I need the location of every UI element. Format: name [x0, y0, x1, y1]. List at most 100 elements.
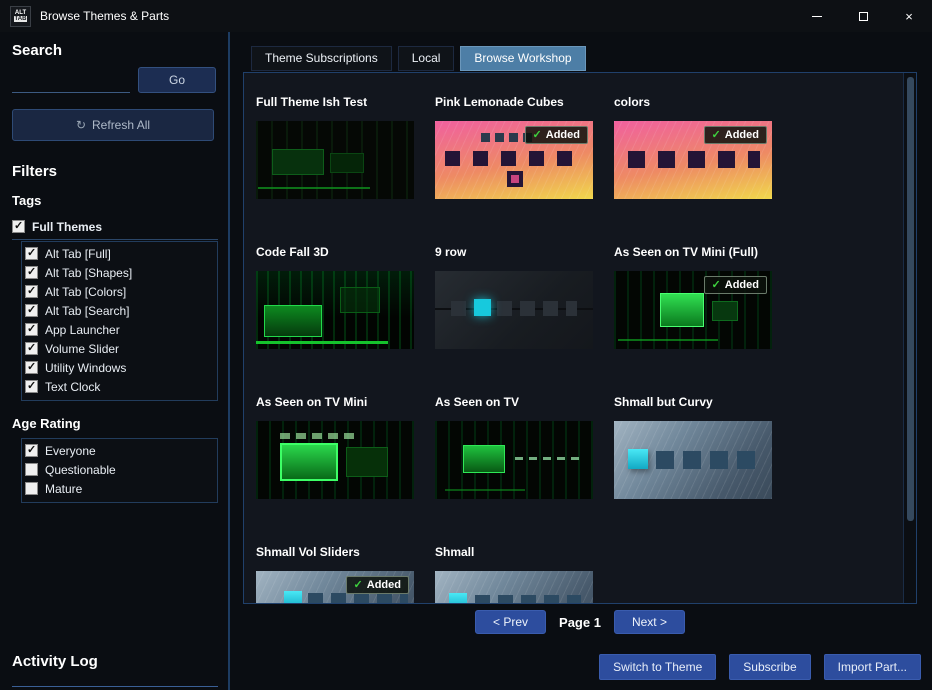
filter-tag[interactable]: Utility Windows [25, 358, 217, 377]
theme-thumbnail[interactable]: ✓ Added [435, 571, 593, 604]
scrollbar-thumb[interactable] [907, 77, 914, 521]
checkbox[interactable] [25, 380, 38, 393]
theme-thumbnail[interactable]: ✓ Added [614, 271, 772, 349]
maximize-button[interactable] [840, 0, 886, 32]
age-rating-heading: Age Rating [12, 416, 218, 431]
go-button[interactable]: Go [138, 67, 216, 93]
theme-thumbnail[interactable]: ✓ Added [435, 421, 593, 499]
added-badge-label: Added [725, 279, 759, 291]
filter-tag[interactable]: Alt Tab [Full] [25, 244, 217, 263]
action-button[interactable]: Import Part... [824, 654, 921, 680]
filter-tag[interactable]: Alt Tab [Colors] [25, 282, 217, 301]
filter-tag[interactable]: Volume Slider [25, 339, 217, 358]
action-button[interactable]: Switch to Theme [599, 654, 716, 680]
theme-thumbnail[interactable]: ✓ Added [614, 421, 772, 499]
checkbox[interactable] [25, 304, 38, 317]
activity-log-field[interactable] [12, 686, 218, 687]
tab[interactable]: Theme Subscriptions [251, 46, 392, 71]
theme-card[interactable]: As Seen on TV Mini ✓ Added [256, 395, 414, 545]
refresh-all-button[interactable]: ↻ Refresh All [12, 109, 214, 141]
filter-age-rating[interactable]: Everyone [25, 441, 217, 460]
thumbnail-shape [445, 151, 583, 166]
tab[interactable]: Browse Workshop [460, 46, 585, 71]
filter-tag[interactable]: Alt Tab [Shapes] [25, 263, 217, 282]
filters-heading: Filters [12, 163, 218, 180]
added-badge-label: Added [367, 579, 401, 591]
thumbnail-shape [258, 187, 370, 189]
minimize-button[interactable] [794, 0, 840, 32]
added-badge-label: Added [546, 129, 580, 141]
check-icon: ✓ [712, 128, 721, 141]
thumbnail-shape [660, 293, 704, 327]
search-heading: Search [12, 42, 218, 59]
theme-thumbnail[interactable]: ✓ Added [256, 421, 414, 499]
filter-age-rating[interactable]: Mature [25, 479, 217, 498]
theme-thumbnail[interactable]: ✓ Added [256, 271, 414, 349]
app-logo-icon: ALT TAB [10, 6, 31, 27]
theme-thumbnail[interactable]: ✓ Added [435, 121, 593, 199]
checkbox[interactable] [12, 220, 25, 233]
tab[interactable]: Local [398, 46, 455, 71]
tab-bar: Theme Subscriptions Local Browse Worksho… [251, 46, 586, 71]
added-badge: ✓ Added [704, 276, 767, 294]
checkbox[interactable] [25, 361, 38, 374]
checkbox[interactable] [25, 323, 38, 336]
thumbnail-shape [264, 305, 322, 337]
thumbnail-shape [256, 341, 388, 344]
checkbox[interactable] [25, 444, 38, 457]
window-controls: × [794, 0, 932, 32]
theme-thumbnail[interactable]: ✓ Added [256, 571, 414, 604]
theme-card[interactable]: Code Fall 3D ✓ Added [256, 245, 414, 395]
pagination: < Prev Page 1 Next > [243, 610, 917, 634]
theme-card[interactable]: Shmall but Curvy ✓ Added [614, 395, 772, 545]
filter-tag[interactable]: Alt Tab [Search] [25, 301, 217, 320]
theme-card[interactable]: As Seen on TV Mini (Full) ✓ Added [614, 245, 772, 395]
theme-thumbnail[interactable]: ✓ Added [614, 121, 772, 199]
filter-tag[interactable]: App Launcher [25, 320, 217, 339]
theme-title: 9 row [435, 245, 593, 261]
prev-page-button[interactable]: < Prev [475, 610, 546, 634]
thumbnail-shape [618, 339, 718, 341]
checkbox[interactable] [25, 285, 38, 298]
theme-title: Shmall but Curvy [614, 395, 772, 411]
thumbnail-shape [712, 301, 738, 321]
close-icon: × [905, 9, 913, 24]
action-button[interactable]: Subscribe [729, 654, 810, 680]
thumbnail-shape [507, 171, 523, 187]
refresh-label: Refresh All [92, 118, 150, 132]
thumbnail-shape [280, 433, 356, 439]
filter-full-themes[interactable]: Full Themes [12, 217, 218, 236]
checkbox-label: Full Themes [32, 220, 102, 234]
theme-thumbnail[interactable]: ✓ Added [256, 121, 414, 199]
scrollbar[interactable] [903, 73, 916, 603]
added-badge-label: Added [725, 129, 759, 141]
checkbox[interactable] [25, 463, 38, 476]
checkbox-label: Utility Windows [45, 361, 126, 375]
theme-card[interactable]: Pink Lemonade Cubes ✓ Added [435, 95, 593, 245]
checkbox[interactable] [25, 342, 38, 355]
theme-card[interactable]: As Seen on TV ✓ Added [435, 395, 593, 545]
theme-card[interactable]: 9 row ✓ Added [435, 245, 593, 395]
filter-tag[interactable]: Text Clock [25, 377, 217, 396]
checkbox[interactable] [25, 482, 38, 495]
theme-card[interactable]: Shmall ✓ Added [435, 545, 593, 604]
checkbox[interactable] [25, 247, 38, 260]
page-number-label: Page 1 [559, 615, 601, 630]
thumbnail-shape [340, 287, 380, 313]
search-input[interactable] [12, 69, 130, 93]
checkbox-label: Alt Tab [Full] [45, 247, 111, 261]
tag-filter-list: Alt Tab [Full] Alt Tab [Shapes] Alt Tab … [21, 241, 218, 401]
theme-thumbnail[interactable]: ✓ Added [435, 271, 593, 349]
app-logo-bottom: TAB [14, 16, 28, 22]
checkbox-label: Mature [45, 482, 82, 496]
checkbox[interactable] [25, 266, 38, 279]
thumbnail-shape [449, 593, 467, 604]
close-button[interactable]: × [886, 0, 932, 32]
theme-card[interactable]: Shmall Vol Sliders ✓ Added [256, 545, 414, 604]
theme-card[interactable]: colors ✓ Added [614, 95, 772, 245]
filter-age-rating[interactable]: Questionable [25, 460, 217, 479]
added-badge: ✓ Added [704, 126, 767, 144]
theme-card[interactable]: Full Theme Ish Test ✓ Added [256, 95, 414, 245]
next-page-button[interactable]: Next > [614, 610, 685, 634]
added-badge: ✓ Added [525, 126, 588, 144]
